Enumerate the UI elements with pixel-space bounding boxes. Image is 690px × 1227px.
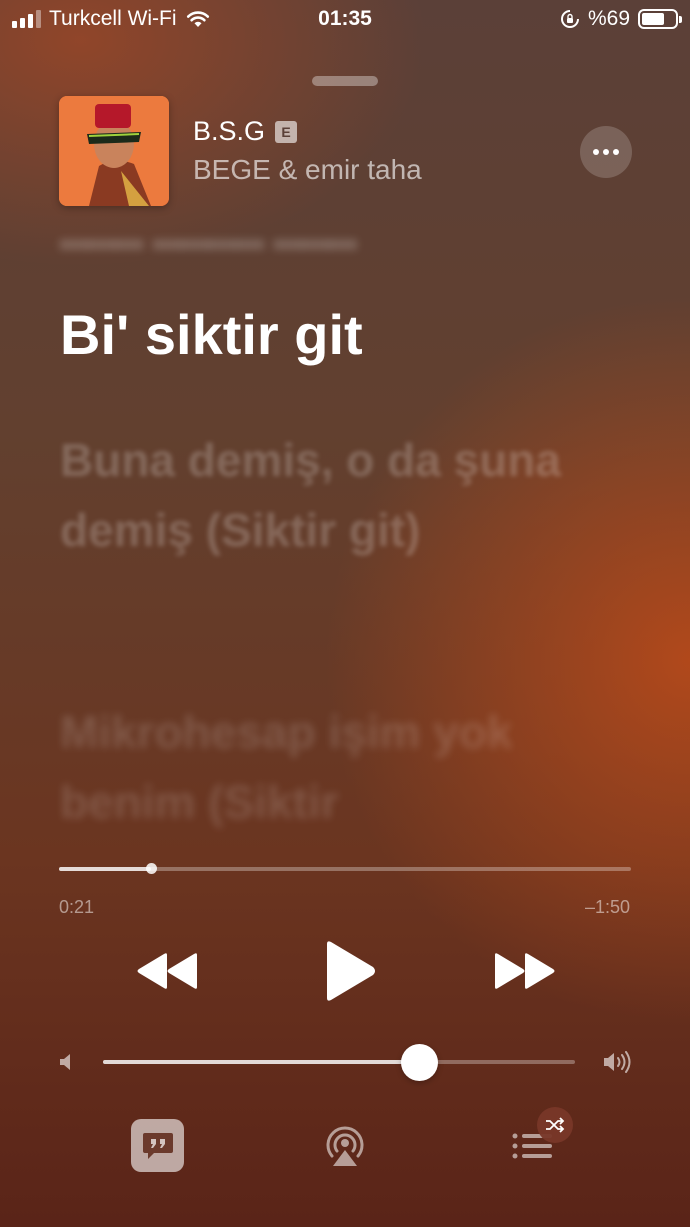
fast-forward-icon: [495, 953, 555, 989]
volume-slider-knob[interactable]: [401, 1044, 439, 1081]
fast-forward-button[interactable]: [490, 948, 560, 994]
play-icon: [327, 941, 375, 1001]
shuffle-badge: [537, 1107, 573, 1143]
lyrics-button[interactable]: [131, 1119, 184, 1172]
more-options-button[interactable]: [580, 126, 632, 178]
volume-high-icon: [604, 1051, 631, 1073]
status-bar: Turkcell Wi-Fi 01:35 %69: [0, 0, 690, 40]
explicit-badge: E: [275, 120, 298, 143]
status-right-group: %69: [560, 7, 682, 31]
ellipsis-icon-dot: [613, 149, 619, 155]
playback-scrubber[interactable]: [59, 863, 631, 874]
volume-fill: [103, 1060, 420, 1064]
song-title-row: B.S.G E: [193, 116, 298, 147]
play-button[interactable]: [316, 938, 382, 1004]
lyric-line-next[interactable]: Mikrohesap işim yok benim (Siktir: [60, 697, 580, 837]
album-artwork[interactable]: [59, 96, 169, 206]
shuffle-icon: [546, 1117, 565, 1133]
lyric-line-previous: ▂▂▂ ▂▂▂▂ ▂▂▂: [60, 208, 357, 249]
volume-slider[interactable]: [103, 1060, 575, 1064]
ellipsis-icon-dot: [603, 149, 609, 155]
artist-name[interactable]: BEGE & emir taha: [193, 154, 422, 186]
song-title: B.S.G: [193, 116, 266, 146]
rewind-icon: [137, 953, 197, 989]
battery-fill: [642, 13, 664, 25]
lyric-line-next[interactable]: Buna demiş, o da şuna demiş (Siktir git): [60, 425, 580, 565]
battery-percent: %69: [587, 7, 630, 30]
airplay-icon[interactable]: [322, 1122, 368, 1168]
rotation-lock-icon: [561, 10, 579, 28]
volume-low-icon: [60, 1054, 70, 1070]
lyric-line-current[interactable]: Bi' siktir git: [60, 302, 363, 367]
remaining-time: –1:50: [584, 897, 630, 917]
lyrics-quote-icon: [142, 1132, 173, 1159]
playback-progress-fill: [59, 867, 151, 871]
sheet-grabber-handle[interactable]: [312, 76, 378, 86]
elapsed-time: 0:21: [59, 897, 95, 917]
ellipsis-icon: [593, 149, 599, 155]
battery-icon: [638, 9, 682, 29]
rewind-button[interactable]: [132, 948, 202, 994]
album-artwork-image: [59, 96, 169, 206]
playback-scrubber-knob[interactable]: [145, 863, 157, 874]
